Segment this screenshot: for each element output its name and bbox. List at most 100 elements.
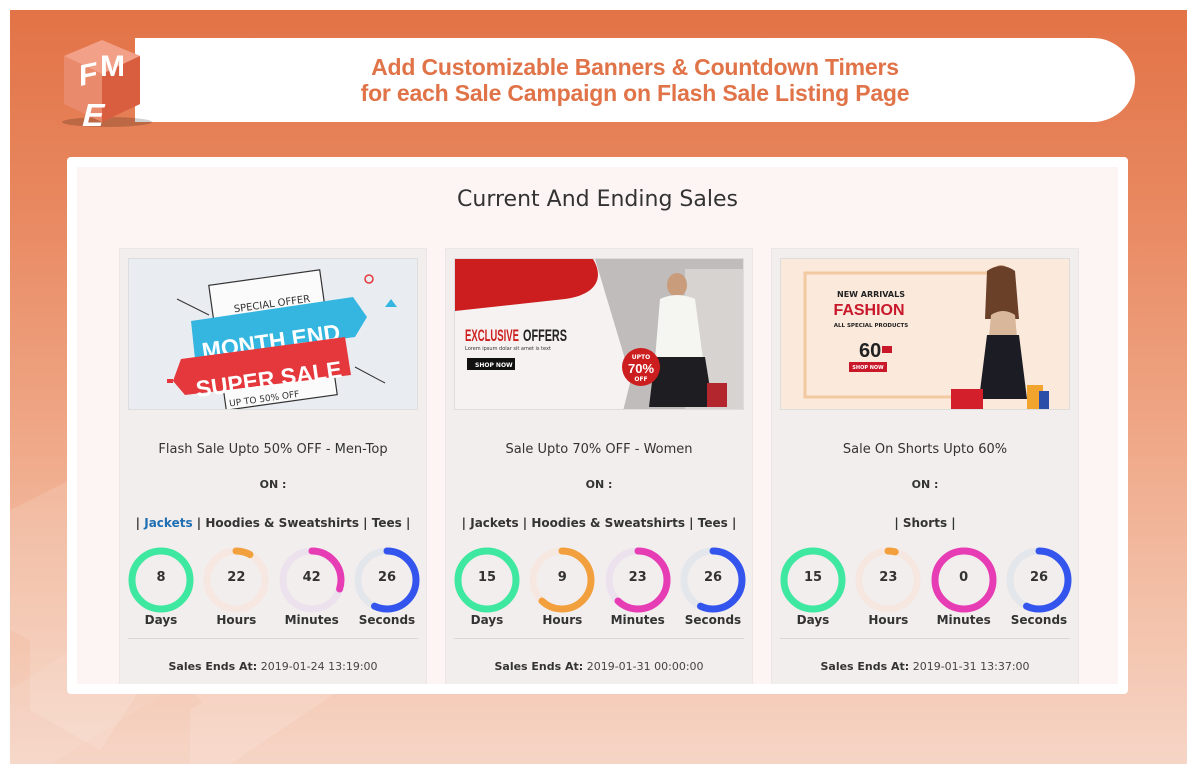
category-link[interactable]: Tees xyxy=(698,516,728,530)
timer-seconds-value: 26 xyxy=(377,570,397,585)
ends-label: Sales Ends At: xyxy=(168,660,258,673)
svg-text:60: 60 xyxy=(859,340,881,362)
fme-logo-icon: F M E xyxy=(62,40,152,132)
section-title: Current And Ending Sales xyxy=(457,187,738,212)
category-separator: | xyxy=(405,516,411,530)
svg-text:ALL SPECIAL PRODUCTS: ALL SPECIAL PRODUCTS xyxy=(834,323,908,329)
timer-minutes-value: 23 xyxy=(628,570,647,585)
svg-text:Lorem ipsum dolar sit amet is: Lorem ipsum dolar sit amet is text xyxy=(465,346,551,352)
sale-card: SPECIAL OFFER MONTH END SUPER SALE UP TO… xyxy=(119,248,427,684)
svg-text:OFF: OFF xyxy=(634,376,647,383)
timer-minutes: 0 Minutes xyxy=(929,546,999,630)
ends-label: Sales Ends At: xyxy=(494,660,584,673)
timer-hours-value: 23 xyxy=(879,570,898,585)
timer-seconds-label: Seconds xyxy=(1010,613,1068,627)
sale-card: EXCLUSIVE OFFERS Lorem ipsum dolar sit a… xyxy=(445,248,753,684)
svg-text:EXCLUSIVE: EXCLUSIVE xyxy=(465,326,519,345)
sale-card: NEW ARRIVALS FASHION ALL SPECIAL PRODUCT… xyxy=(771,248,1079,684)
on-label: ON : xyxy=(259,478,287,491)
sale-title: Sale On Shorts Upto 60% xyxy=(842,442,1008,457)
category-separator: | xyxy=(894,516,903,530)
divider xyxy=(780,638,1070,639)
timer-seconds: 26 Seconds xyxy=(1004,546,1074,630)
svg-text:NEW ARRIVALS: NEW ARRIVALS xyxy=(837,290,905,299)
category-list: | Jackets | Hoodies & Sweatshirts | Tees… xyxy=(120,516,426,530)
category-separator: | xyxy=(689,516,698,530)
category-separator: | xyxy=(731,516,737,530)
divider xyxy=(454,638,744,639)
svg-text:70%: 70% xyxy=(628,361,654,376)
sale-banner-image[interactable]: EXCLUSIVE OFFERS Lorem ipsum dolar sit a… xyxy=(454,258,744,410)
timer-seconds-label: Seconds xyxy=(684,613,742,627)
sale-end-time: Sales Ends At: 2019-01-31 13:37:00 xyxy=(772,660,1078,673)
category-link[interactable]: Jackets xyxy=(470,516,518,530)
timer-hours-label: Hours xyxy=(542,613,583,627)
category-separator: | xyxy=(135,516,145,530)
category-link[interactable]: Shorts xyxy=(903,516,947,530)
timer-hours-value: 22 xyxy=(227,570,246,585)
header-title-line-2: for each Sale Campaign on Flash Sale Lis… xyxy=(360,80,910,106)
svg-text:SHOP NOW: SHOP NOW xyxy=(852,365,884,371)
ends-value: 2019-01-31 00:00:00 xyxy=(586,660,704,673)
timer-hours: 23 Hours xyxy=(853,546,923,630)
timer-minutes: 23 Minutes xyxy=(603,546,673,630)
sale-title: Sale Upto 70% OFF - Women xyxy=(505,442,693,457)
timer-days-value: 15 xyxy=(477,570,497,585)
on-label: ON : xyxy=(911,478,939,491)
sale-end-time: Sales Ends At: 2019-01-24 13:19:00 xyxy=(120,660,426,673)
category-link[interactable]: Tees xyxy=(372,516,402,530)
timer-minutes-value: 42 xyxy=(302,570,321,585)
timer-hours-value: 9 xyxy=(557,570,567,585)
timer-minutes-label: Minutes xyxy=(284,613,339,627)
ends-value: 2019-01-31 13:37:00 xyxy=(912,660,1030,673)
category-list: | Jackets | Hoodies & Sweatshirts | Tees… xyxy=(446,516,752,530)
timer-minutes-value: 0 xyxy=(959,570,969,585)
svg-text:F: F xyxy=(79,57,97,94)
ends-label: Sales Ends At: xyxy=(820,660,910,673)
promo-frame: Add Customizable Banners & Countdown Tim… xyxy=(10,10,1187,764)
category-separator: | xyxy=(461,516,471,530)
category-list: | Shorts | xyxy=(772,516,1078,530)
timer-minutes-label: Minutes xyxy=(610,613,665,627)
timer-days: 15 Days xyxy=(778,546,848,630)
timer-days: 8 Days xyxy=(126,546,196,630)
category-link[interactable]: Hoodies & Sweatshirts xyxy=(531,516,685,530)
sale-banner-image[interactable]: SPECIAL OFFER MONTH END SUPER SALE UP TO… xyxy=(128,258,418,410)
timer-seconds: 26 Seconds xyxy=(678,546,748,630)
timer-minutes: 42 Minutes xyxy=(277,546,347,630)
svg-text:UPTO: UPTO xyxy=(632,354,650,361)
timer-days-value: 8 xyxy=(156,570,166,585)
header-banner: Add Customizable Banners & Countdown Tim… xyxy=(135,38,1135,122)
timer-days: 15 Days xyxy=(452,546,522,630)
countdown-timer: 8 Days 22 Hours 42 Minutes 26 Seconds xyxy=(126,546,422,630)
svg-text:FASHION: FASHION xyxy=(833,302,904,319)
category-link[interactable]: Jackets xyxy=(144,516,192,530)
sale-banner-image[interactable]: NEW ARRIVALS FASHION ALL SPECIAL PRODUCT… xyxy=(780,258,1070,410)
timer-days-label: Days xyxy=(470,613,504,627)
svg-text:SHOP NOW: SHOP NOW xyxy=(475,362,513,369)
countdown-timer: 15 Days 23 Hours 0 Minutes 26 Seconds xyxy=(778,546,1074,630)
countdown-timer: 15 Days 9 Hours 23 Minutes 26 Seconds xyxy=(452,546,748,630)
timer-hours-label: Hours xyxy=(868,613,909,627)
category-separator: | xyxy=(363,516,372,530)
ends-value: 2019-01-24 13:19:00 xyxy=(260,660,378,673)
timer-seconds-label: Seconds xyxy=(358,613,416,627)
timer-seconds: 26 Seconds xyxy=(352,546,422,630)
category-link[interactable]: Hoodies & Sweatshirts xyxy=(205,516,359,530)
on-label: ON : xyxy=(585,478,613,491)
timer-minutes-label: Minutes xyxy=(936,613,991,627)
timer-seconds-value: 26 xyxy=(1029,570,1049,585)
svg-text:M: M xyxy=(100,50,125,83)
header-title-line-1: Add Customizable Banners & Countdown Tim… xyxy=(371,54,899,80)
category-separator: | xyxy=(951,516,956,530)
divider xyxy=(128,638,418,639)
timer-seconds-value: 26 xyxy=(703,570,723,585)
sales-panel: Current And Ending Sales SPECIAL OFFER M… xyxy=(67,157,1128,694)
timer-days-value: 15 xyxy=(803,570,823,585)
timer-hours-label: Hours xyxy=(216,613,257,627)
timer-hours: 9 Hours xyxy=(527,546,597,630)
timer-days-label: Days xyxy=(796,613,830,627)
timer-days-label: Days xyxy=(144,613,178,627)
timer-hours: 22 Hours xyxy=(201,546,271,630)
svg-text:OFFERS: OFFERS xyxy=(523,326,567,345)
